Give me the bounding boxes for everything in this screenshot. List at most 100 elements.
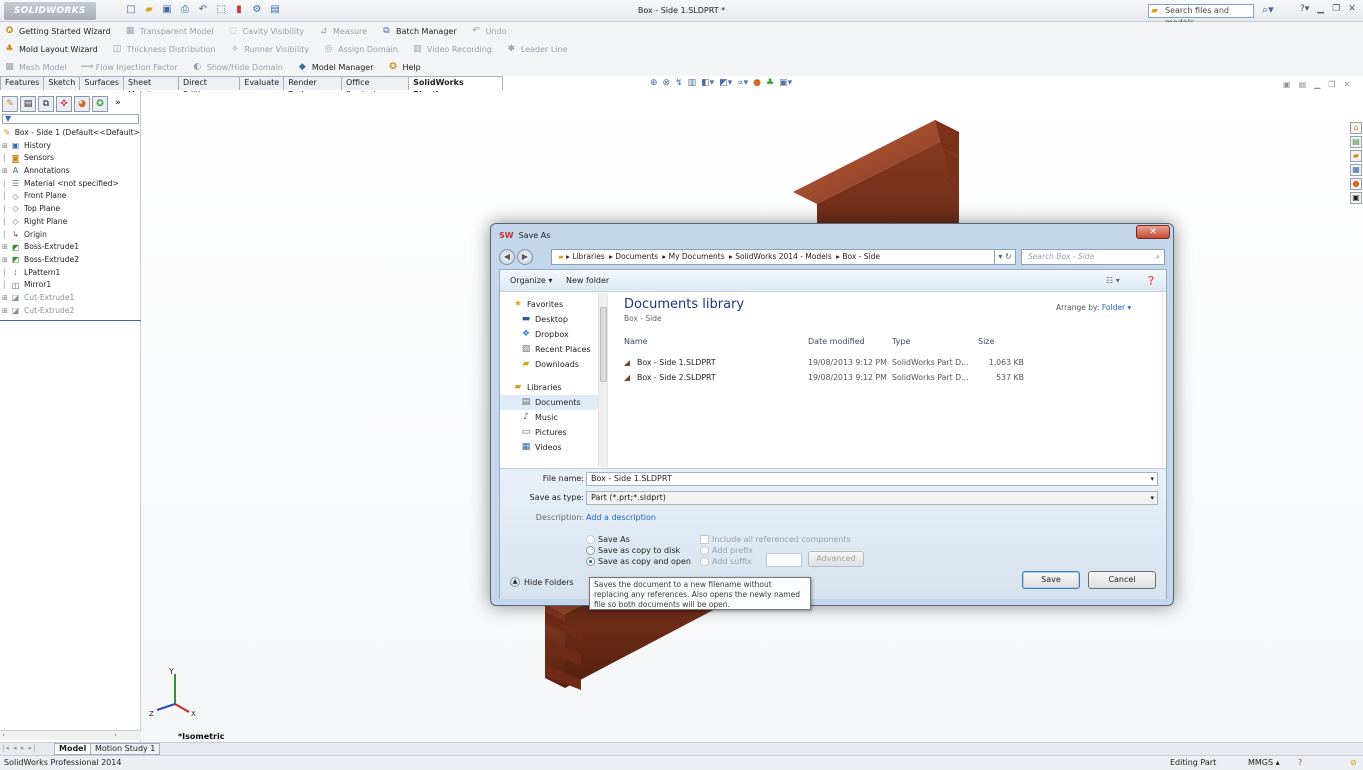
design-library-icon[interactable]: ▤ bbox=[1350, 136, 1362, 148]
flow-injection-factor-button[interactable]: ⟿ Flow Injection Factor bbox=[81, 62, 178, 73]
viewport-restore-icon[interactable]: ❐ bbox=[1328, 80, 1335, 89]
file-row[interactable]: ◢ Box - Side 1.SLDPRT 19/08/2013 9:12 PM… bbox=[624, 356, 1064, 370]
tree-item-boss-extrude1[interactable]: ⊞ ◩ Boss-Extrude1 bbox=[2, 241, 140, 254]
model-manager-button[interactable]: ◆ Model Manager bbox=[297, 62, 374, 73]
property-manager-tab-icon[interactable]: ▤ bbox=[20, 96, 36, 112]
breadcrumb-my-documents[interactable]: My Documents bbox=[669, 252, 725, 261]
getting-started-wizard-button[interactable]: ✪ Getting Started Wizard bbox=[4, 26, 111, 37]
column-type[interactable]: Type bbox=[892, 337, 910, 346]
file-explorer-icon[interactable]: ▰ bbox=[1350, 150, 1362, 162]
tree-item-boss-extrude2[interactable]: ⊞ ◩ Boss-Extrude2 bbox=[2, 254, 140, 267]
tab-evaluate[interactable]: Evaluate bbox=[239, 76, 285, 90]
scene-icon[interactable]: ♣ bbox=[766, 78, 774, 88]
expand-icon[interactable]: ⊞ bbox=[2, 241, 10, 254]
expand-icon[interactable]: ⊞ bbox=[2, 254, 10, 267]
tab-motion-study[interactable]: Motion Study 1 bbox=[90, 743, 161, 755]
tree-item-origin[interactable]: │ ↳ Origin bbox=[2, 229, 140, 242]
radio-add-prefix[interactable]: Add prefix bbox=[700, 546, 753, 555]
feature-tree-scrollbar[interactable]: ‹ › bbox=[0, 730, 141, 740]
tree-item-annotations[interactable]: ⊞ A Annotations bbox=[2, 165, 140, 178]
dialog-close-button[interactable]: ✕ bbox=[1136, 225, 1170, 239]
file-name-input[interactable]: Box - Side 1.SLDPRT ▾ bbox=[586, 472, 1158, 486]
minimize-icon[interactable]: ▁ bbox=[1317, 4, 1324, 14]
appearances-icon[interactable]: ● bbox=[1350, 178, 1362, 190]
tab-surfaces[interactable]: Surfaces bbox=[79, 76, 125, 90]
runner-visibility-button[interactable]: ⟡ Runner Visibility bbox=[229, 44, 309, 55]
tree-root[interactable]: ✎ Box - Side 1 (Default<<Default> bbox=[2, 127, 140, 140]
refresh-icon[interactable]: ▾ ↻ bbox=[994, 249, 1016, 265]
expand-icon[interactable]: ⊞ bbox=[2, 140, 10, 153]
breadcrumb-documents[interactable]: Documents bbox=[615, 252, 658, 261]
nav-favorites[interactable]: ★ Favorites bbox=[500, 297, 607, 312]
mesh-model-button[interactable]: ▩ Mesh Model bbox=[4, 62, 66, 73]
transparent-model-button[interactable]: ▦ Transparent Model bbox=[125, 26, 214, 37]
radio-save-as[interactable]: Save As bbox=[586, 535, 630, 544]
measure-button[interactable]: ⊿ Measure bbox=[318, 26, 367, 37]
breadcrumb-libraries[interactable]: Libraries bbox=[572, 252, 604, 261]
include-references-checkbox[interactable]: Include all referenced components bbox=[700, 535, 851, 544]
hide-show-icon[interactable]: ∝▾ bbox=[737, 78, 748, 88]
navigation-scrollbar[interactable] bbox=[598, 293, 607, 467]
cancel-button[interactable]: Cancel bbox=[1088, 571, 1156, 589]
rollback-bar[interactable] bbox=[0, 320, 141, 321]
advanced-button[interactable]: Advanced bbox=[808, 551, 864, 567]
arrange-by[interactable]: Arrange by: Folder ▾ bbox=[1056, 303, 1131, 312]
breadcrumb[interactable]: ▰ ▸ Libraries ▸ Documents ▸ My Documents… bbox=[551, 249, 1001, 265]
nav-desktop[interactable]: ▬ Desktop bbox=[500, 312, 607, 327]
new-folder-button[interactable]: New folder bbox=[566, 270, 609, 292]
tab-features[interactable]: Features bbox=[0, 76, 45, 90]
search-icon[interactable]: ⌕▾ bbox=[1262, 3, 1284, 19]
section-view-icon[interactable]: ▥ bbox=[688, 78, 697, 88]
nav-recent-places[interactable]: ▧ Recent Places bbox=[500, 342, 607, 357]
zoom-to-area-icon[interactable]: ⊗ bbox=[663, 78, 671, 88]
video-recording-button[interactable]: ▥ Video Recording bbox=[412, 44, 492, 55]
radio-save-copy-open[interactable]: Save as copy and open bbox=[586, 557, 691, 566]
save-button[interactable]: Save bbox=[1022, 571, 1080, 589]
undo-button[interactable]: ↶ Undo bbox=[471, 26, 506, 37]
tab-direct-editing[interactable]: Direct Editing bbox=[177, 76, 241, 99]
breadcrumb-solidworks-models[interactable]: SolidWorks 2014 - Models bbox=[735, 252, 832, 261]
viewport-close-icon[interactable]: ✕ bbox=[1343, 80, 1350, 89]
zoom-to-fit-icon[interactable]: ⊕ bbox=[650, 78, 658, 88]
tab-solidworks-plastics[interactable]: SolidWorks Plastics bbox=[408, 76, 503, 99]
tree-item-material[interactable]: │ ☰ Material <not specified> bbox=[2, 178, 140, 191]
dialog-search-input[interactable]: Search Box - Side ⌕ bbox=[1021, 249, 1165, 265]
custom-properties-icon[interactable]: ▣ bbox=[1350, 192, 1362, 204]
arrange-by-value[interactable]: Folder bbox=[1102, 303, 1125, 312]
chevron-down-icon[interactable]: ▾ bbox=[1150, 492, 1154, 504]
assign-domain-button[interactable]: ◎ Assign Domain bbox=[323, 44, 398, 55]
batch-manager-button[interactable]: ⧉ Batch Manager bbox=[381, 26, 456, 37]
nav-downloads[interactable]: ▰ Downloads bbox=[500, 357, 607, 372]
organize-button[interactable]: Organize ▾ bbox=[510, 270, 552, 292]
feature-tree-tab-icon[interactable]: ✎ bbox=[2, 96, 18, 112]
tab-model[interactable]: Model bbox=[54, 743, 92, 755]
tree-item-front-plane[interactable]: │ ◇ Front Plane bbox=[2, 190, 140, 203]
mold-layout-wizard-button[interactable]: ♣ Mold Layout Wizard bbox=[4, 44, 97, 55]
thickness-distribution-button[interactable]: ◫ Thickness Distribution bbox=[112, 44, 216, 55]
tab-sketch[interactable]: Sketch bbox=[43, 76, 81, 90]
nav-documents[interactable]: ▤ Documents bbox=[500, 395, 607, 410]
tab-sheet-metal[interactable]: Sheet Metal bbox=[123, 76, 179, 99]
save-as-type-select[interactable]: Part (*.prt;*.sldprt) ▾ bbox=[586, 491, 1158, 505]
plastics-tab-icon[interactable]: ✪ bbox=[92, 96, 108, 112]
column-name[interactable]: Name bbox=[624, 337, 648, 346]
nav-videos[interactable]: ▦ Videos bbox=[500, 440, 607, 455]
appearance-icon[interactable]: ● bbox=[753, 78, 761, 88]
configuration-tab-icon[interactable]: ⧉ bbox=[38, 96, 54, 112]
expand-icon[interactable]: ⊞ bbox=[2, 165, 10, 178]
chevron-down-icon[interactable]: ▾ bbox=[1150, 473, 1154, 485]
forward-button[interactable]: ▶ bbox=[517, 249, 533, 265]
radio-add-suffix[interactable]: Add suffix bbox=[700, 557, 752, 566]
expand-icon[interactable]: ⊞ bbox=[2, 305, 10, 318]
tree-item-history[interactable]: ⊞ ▣ History bbox=[2, 140, 140, 153]
nav-pictures[interactable]: ▭ Pictures bbox=[500, 425, 607, 440]
scrollbar-thumb[interactable] bbox=[600, 307, 607, 382]
view-palette-icon[interactable]: ▦ bbox=[1350, 164, 1362, 176]
tree-item-cut-extrude2[interactable]: ⊞ ◪ Cut-Extrude2 bbox=[2, 305, 140, 318]
nav-dropbox[interactable]: ❖ Dropbox bbox=[500, 327, 607, 342]
file-list-scrollbar[interactable] bbox=[1162, 293, 1166, 467]
view-orientation-icon[interactable]: ◧▾ bbox=[701, 78, 714, 88]
show-hide-domain-button[interactable]: ◐ Show/Hide Domain bbox=[192, 62, 283, 73]
tile-icon[interactable]: ▣ bbox=[1283, 80, 1291, 89]
prefix-suffix-input[interactable] bbox=[766, 553, 802, 567]
